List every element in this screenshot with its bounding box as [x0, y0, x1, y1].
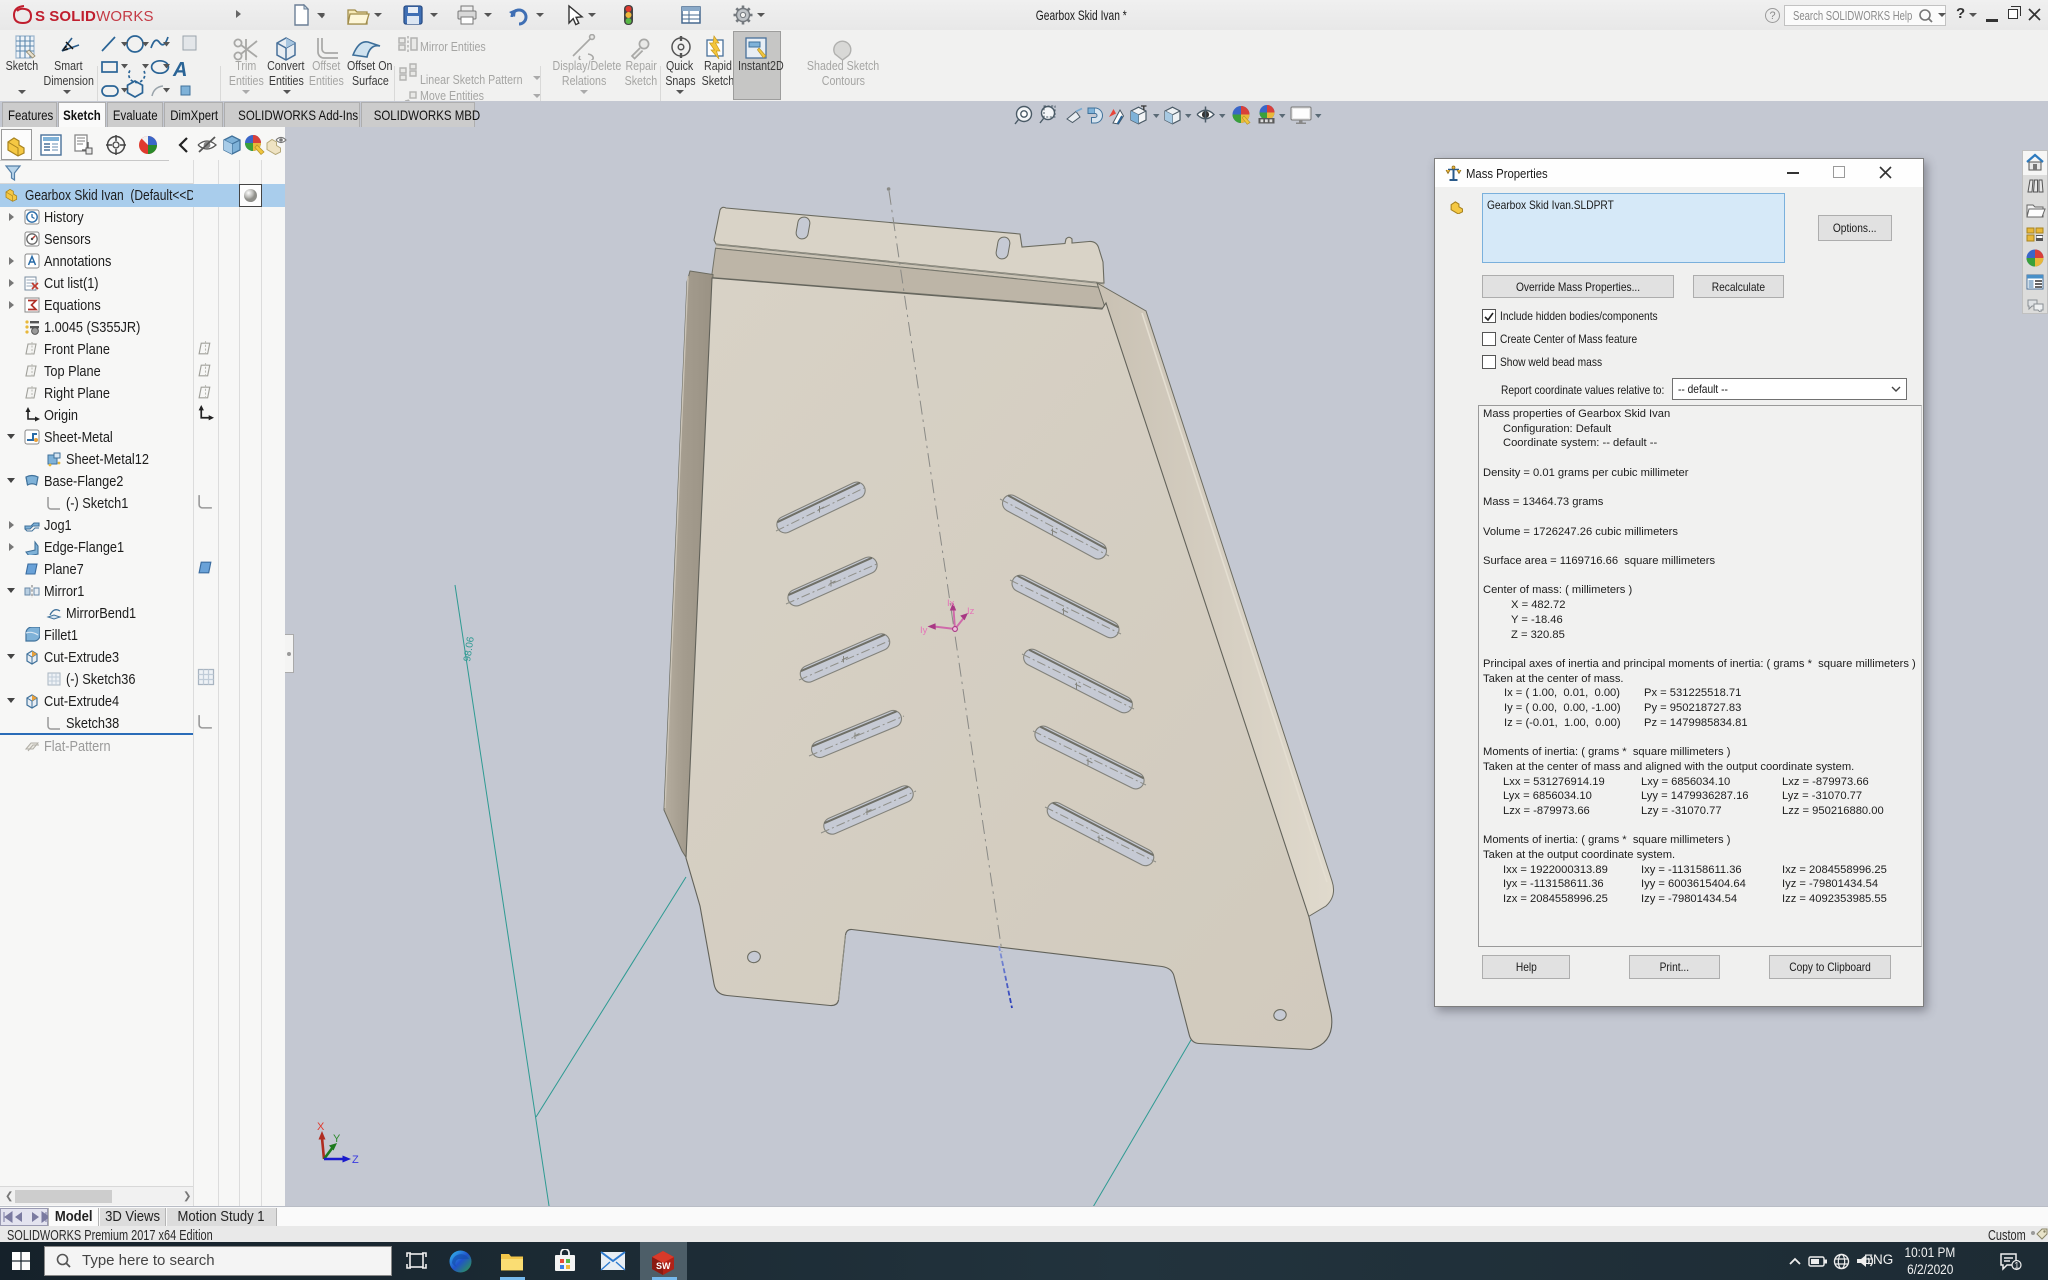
svg-text:Y: Y — [333, 1133, 341, 1145]
svg-text:98.06: 98.06 — [462, 636, 477, 663]
svg-text:SSOLIDWORKS: SSOLIDWORKS — [35, 8, 154, 25]
svg-text:Iy: Iy — [920, 625, 928, 636]
svg-text:A: A — [172, 59, 187, 81]
svg-text:Ix: Ix — [947, 598, 955, 609]
svg-text:Z: Z — [352, 1154, 359, 1166]
svg-text:SW: SW — [656, 1261, 671, 1271]
svg-text:1: 1 — [2014, 1261, 2019, 1271]
svg-text:X: X — [317, 1121, 325, 1133]
svg-text:Iz: Iz — [967, 606, 975, 617]
